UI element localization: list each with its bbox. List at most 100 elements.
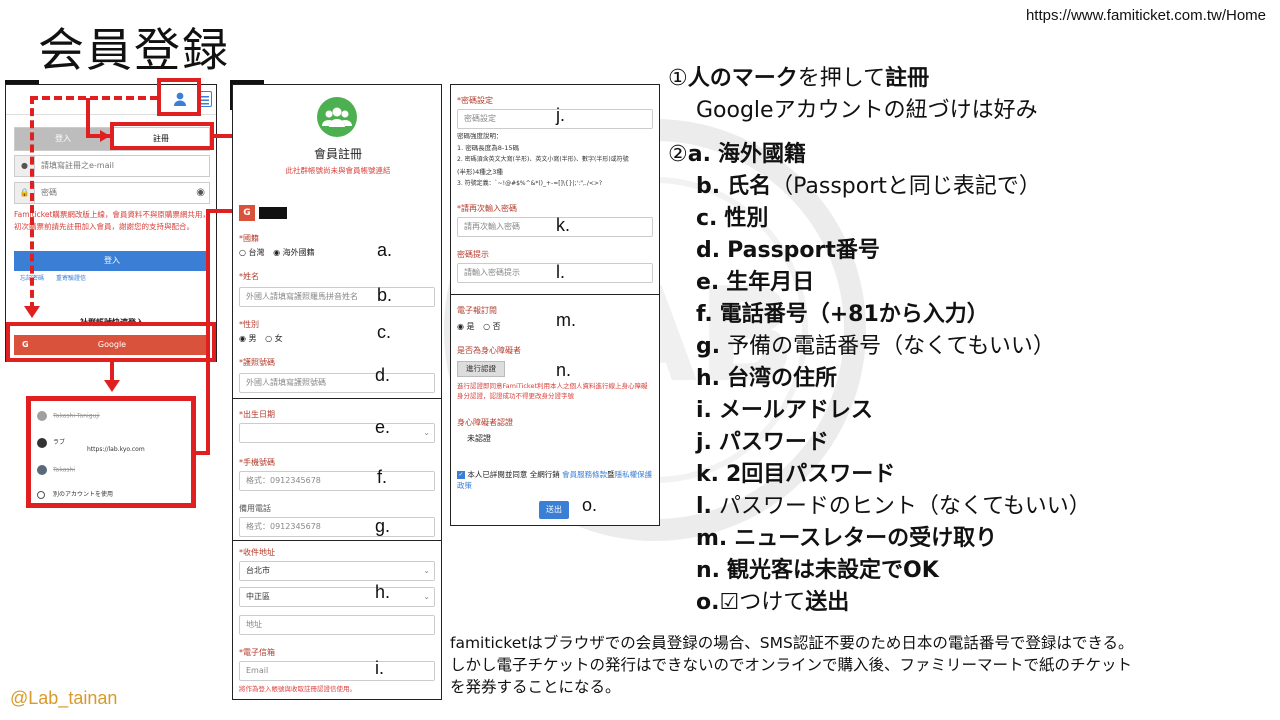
submit-button[interactable]: 送出 (539, 501, 569, 519)
city-value: 台北市 (246, 566, 270, 575)
radio-foreign[interactable]: ◉ (273, 248, 283, 257)
pw-rule-2: 2. 密碼須含英文大寫(半形)、英文小寫(半形)、數字(半形)或符號 (457, 156, 629, 163)
radio-taiwan-label: 台灣 (248, 248, 265, 257)
name-input[interactable]: 外國人請填寫護照羅馬拼音姓名 (239, 287, 435, 307)
item-k: k. 2回目パスワード (696, 462, 896, 487)
letter-a: a. (377, 240, 393, 260)
item-l: l. パスワードのヒント（なくてもいい） (696, 494, 1091, 519)
page-title: 会員登録 (38, 23, 230, 77)
login-button[interactable]: 登入 (14, 251, 210, 271)
radio-foreign-label: 海外國籍 (282, 248, 315, 257)
item-c: c. 性別 (696, 206, 769, 231)
verify-note: 進行認證即同意FamiTicket利用本人之個人資料進行線上身心障礙身分認證，認… (457, 382, 648, 400)
hint-input[interactable]: 請輸入密碼提示 (457, 263, 653, 283)
account-row-3[interactable]: Takashi (37, 465, 75, 475)
agree-and: 暨 (607, 470, 615, 479)
arrow-1-head (100, 130, 110, 142)
account-name: ラブ (53, 439, 66, 446)
register-form-top: 會員註冊 此社群帳號尚未與會員帳號連結 G *國籍 ○ 台灣 ◉ 海外國籍 *姓… (232, 84, 442, 400)
source-url: https://www.famiticket.com.tw/Home (1025, 7, 1266, 24)
avatar (37, 465, 47, 475)
highlight-google-button (6, 322, 216, 362)
phone-input[interactable]: 格式：0912345678 (239, 471, 435, 491)
account-row-2[interactable]: ラブ https://lab.kyo.com (37, 437, 145, 453)
nationality-radios: ○ 台灣 ◉ 海外國籍 (239, 247, 315, 258)
account-row-1[interactable]: Takashi Taniguji (37, 411, 100, 421)
use-another-label: 別のアカウントを使用 (53, 491, 114, 498)
item-e: e. 生年月日 (696, 270, 815, 295)
radio-taiwan[interactable]: ○ (239, 248, 249, 257)
account-name: Takashi Taniguji (53, 412, 100, 420)
newsletter-radios: ◉ 是 ○ 否 (457, 321, 501, 332)
radio-yes[interactable]: ◉ (457, 322, 467, 331)
item-b: b. 氏名（Passportと同じ表記で） (696, 174, 1041, 199)
passport-input[interactable]: 外國人請填寫護照號碼 (239, 373, 435, 393)
item-n: n. 観光客は未設定でOK (696, 558, 939, 583)
terms-link[interactable]: 會員服務條款 (562, 470, 607, 479)
tab-login[interactable]: 登入 (14, 127, 112, 151)
step1-prefix: ① (668, 66, 688, 91)
pw-rule-0: 密碼強度說明： (457, 132, 503, 140)
passport-label: *護照號碼 (239, 358, 275, 367)
password-input[interactable]: 密碼設定 (457, 109, 653, 129)
agree-checkbox[interactable]: ✓ (457, 471, 465, 479)
letter-i: i. (375, 658, 384, 678)
disabled-label: 是否為身心障礙者 (457, 346, 521, 355)
step1-line: ①人のマークを押して註冊 (668, 60, 929, 92)
item-f: f. 電話番号（+81から入力） (696, 302, 989, 327)
radio-no[interactable]: ○ (483, 322, 493, 331)
letter-k: k. (556, 215, 571, 235)
arrow-3-head (104, 380, 120, 392)
birth-label: *出生日期 (239, 410, 275, 419)
address-input[interactable]: 地址 (239, 615, 435, 635)
dashed-arrow-head (24, 306, 40, 318)
resend-verify-link[interactable]: 重寄驗證信 (56, 275, 86, 282)
disabled-status-label: 身心障礙者認證 (457, 418, 513, 427)
letter-l: l. (556, 262, 565, 282)
chevron-down-icon: ⌄ (423, 428, 430, 437)
chevron-down-icon: ⌄ (423, 566, 430, 575)
step1-mid: を押して (797, 66, 886, 91)
email-input[interactable]: Email (239, 661, 435, 681)
eye-icon[interactable]: ◉ (196, 183, 205, 203)
pw-rule-4: 3. 符號定義：`~!@#$%^&*()_+-=[]\{}|;':",./<>? (457, 180, 603, 187)
backup-phone-input[interactable]: 格式：0912345678 (239, 517, 435, 537)
password-field[interactable]: 🔒 密碼 ◉ (14, 182, 210, 204)
password2-label: *請再次輸入密碼 (457, 204, 517, 213)
radio-yes-label: 是 (466, 322, 475, 331)
letter-o: o. (582, 495, 598, 515)
use-another-account[interactable]: 別のアカウントを使用 (37, 489, 113, 499)
email-field[interactable]: ● 請填寫註冊之e-mail (14, 155, 210, 177)
step2-line: ②a. 海外國籍 (668, 136, 806, 168)
city-select[interactable]: 台北市 ⌄ (239, 561, 435, 581)
pw-rule-1: 1. 密碼長度為8-15碼 (457, 144, 520, 152)
chevron-down-icon: ⌄ (423, 592, 430, 601)
district-select[interactable]: 中正區 ⌄ (239, 587, 435, 607)
name-label: *姓名 (239, 272, 259, 281)
item-m: m. ニュースレターの受け取り (696, 526, 998, 551)
phone-label: *手機號碼 (239, 458, 275, 467)
radio-male[interactable]: ◉ (239, 334, 249, 343)
letter-j: j. (556, 105, 565, 125)
newsletter-label: 電子報訂閱 (457, 306, 497, 315)
radio-female[interactable]: ○ (265, 334, 275, 343)
step2-prefix: ② (668, 142, 688, 167)
email-placeholder: 請填寫註冊之e-mail (41, 161, 114, 170)
letter-m: m. (556, 310, 576, 330)
email-note: 將作為登入帳號與收取註冊認證信使用。 (239, 685, 356, 693)
login-notice: Famiticket購票網改版上線，會員資料不與原購票網共用，初次購票前請先註冊… (14, 210, 210, 231)
register-subtitle: 此社群帳號尚未與會員帳號連結 (285, 166, 391, 175)
step1-bold: 人のマーク (687, 66, 798, 91)
verify-button[interactable]: 進行認證 (457, 361, 505, 377)
address-label: *收件地址 (239, 548, 275, 557)
birth-select[interactable]: ⌄ (239, 423, 435, 443)
step1-bold2: 註冊 (885, 66, 930, 91)
footnote-line-3: を発券することになる。 (450, 678, 621, 696)
register-form-middle: *出生日期 ⌄ *手機號碼 格式：0912345678 備用電話 格式：0912… (232, 398, 442, 542)
footnote-line-1: famiticketはブラウザでの会員登録の場合、SMS認証不要のため日本の電話… (450, 634, 1134, 652)
item-o: o.☑つけて送出 (696, 590, 850, 615)
avatar (37, 411, 47, 421)
letter-c: c. (377, 322, 392, 342)
password2-input[interactable]: 請再次輸入密碼 (457, 217, 653, 237)
disabled-status-value: 未認證 (467, 434, 491, 443)
